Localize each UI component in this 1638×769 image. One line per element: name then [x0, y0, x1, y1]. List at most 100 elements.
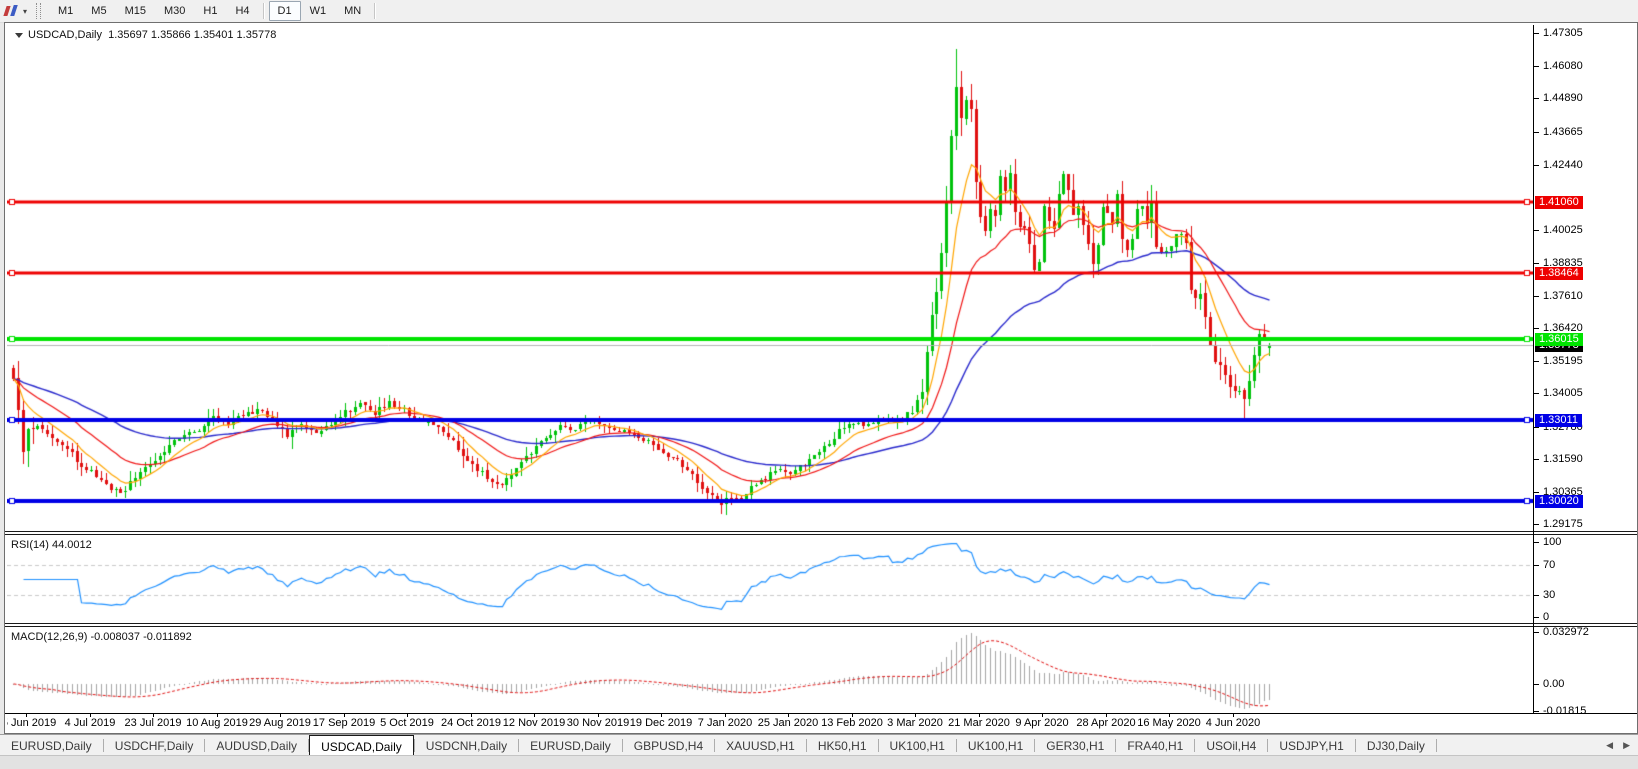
price-tick-label: 1.40025 — [1543, 224, 1583, 236]
date-label: 17 Sep 2019 — [312, 717, 376, 729]
price-tick-label: 1.29175 — [1543, 518, 1583, 530]
symbol-tab-usoil-h4[interactable]: USOil,H4 — [1195, 735, 1267, 756]
timeframe-button-h1[interactable]: H1 — [194, 1, 226, 21]
date-label: 21 Mar 2020 — [948, 717, 1010, 729]
date-label: 7 Jan 2020 — [697, 717, 753, 729]
rsi-tick-label: 100 — [1543, 536, 1562, 548]
chart-tool-icon[interactable] — [3, 4, 21, 19]
axis-tick-mark — [1534, 427, 1539, 428]
axis-tick-mark — [1534, 165, 1539, 166]
timeframe-button-d1[interactable]: D1 — [268, 1, 301, 21]
rsi-tick-label: 70 — [1543, 559, 1556, 571]
price-axis: 1.47305 1.46080 1.44890 1.43665 1.42440 1.400… — [1533, 25, 1636, 717]
axis-tick-mark — [1534, 361, 1539, 362]
axis-tick-mark — [1534, 595, 1539, 596]
price-tick-label: 1.34005 — [1543, 387, 1583, 399]
price-level-badge[interactable]: 1.41060 — [1535, 196, 1583, 209]
toolbar-grip[interactable] — [36, 3, 42, 19]
axis-tick-mark — [1534, 492, 1539, 493]
toolbar-separator — [374, 3, 377, 19]
price-chart-canvas[interactable] — [7, 25, 1533, 531]
symbol-tab-usdjpy-h1[interactable]: USDJPY,H1 — [1268, 735, 1354, 756]
symbol-tab-gbpusd-h4[interactable]: GBPUSD,H4 — [623, 735, 714, 756]
date-label: 4 Jun 2020 — [1205, 717, 1261, 729]
date-label: 12 Nov 2019 — [502, 717, 566, 729]
symbol-tab-dj30-daily[interactable]: DJ30,Daily — [1356, 735, 1436, 756]
tab-separator — [1435, 739, 1437, 752]
price-tick-label: 1.37610 — [1543, 290, 1583, 302]
macd-pane-canvas[interactable] — [7, 627, 1533, 713]
symbol-tab-uk100-h1[interactable]: UK100,H1 — [957, 735, 1034, 756]
trading-platform: { "toolbar": { "groups": [["M1","M5","M1… — [0, 0, 1638, 769]
date-label: 29 Aug 2019 — [249, 717, 311, 729]
tab-scroll-arrows: ◀ ▶ — [1606, 735, 1638, 756]
date-label: 5 Oct 2019 — [380, 717, 434, 729]
timeframe-button-m5[interactable]: M5 — [82, 1, 115, 21]
timeframe-button-mn[interactable]: MN — [335, 1, 370, 21]
symbol-tab-eurusd-daily[interactable]: EURUSD,Daily — [0, 735, 103, 756]
timeframe-button-m1[interactable]: M1 — [49, 1, 82, 21]
symbol-tab-ger30-h1[interactable]: GER30,H1 — [1035, 735, 1115, 756]
bottom-strip — [0, 755, 1638, 769]
date-label: 23 Jul 2019 — [124, 717, 182, 729]
symbol-tab-hk50-h1[interactable]: HK50,H1 — [807, 735, 878, 756]
date-label: 15 Jun 2019 — [7, 717, 57, 729]
symbol-tab-fra40-h1[interactable]: FRA40,H1 — [1116, 735, 1194, 756]
chevron-down-icon[interactable]: ▾ — [23, 7, 27, 16]
time-axis: 15 Jun 2019 4 Jul 2019 23 Jul 2019 10 Aug 2… — [7, 714, 1533, 732]
axis-tick-mark — [1534, 711, 1539, 712]
timeframe-toolbar: ▾ M1 M5 M15 M30 H1 H4 D1 W1 MN — [0, 0, 1638, 23]
date-label: 3 Mar 2020 — [887, 717, 943, 729]
chart-window: USDCAD,Daily 1.35697 1.35866 1.35401 1.3… — [4, 22, 1638, 734]
axis-tick-mark — [1534, 33, 1539, 34]
date-label: 30 Nov 2019 — [566, 717, 630, 729]
symbol-tab-usdcnh-daily[interactable]: USDCNH,Daily — [415, 735, 518, 756]
axis-tick-mark — [1534, 524, 1539, 525]
date-label: 25 Jan 2020 — [757, 717, 819, 729]
date-label: 19 Dec 2019 — [629, 717, 693, 729]
tab-scroll-left-icon[interactable]: ◀ — [1606, 740, 1613, 751]
axis-tick-mark — [1534, 230, 1539, 231]
timeframe-button-m15[interactable]: M15 — [116, 1, 155, 21]
ohlc-values: 1.35697 1.35866 1.35401 1.35778 — [108, 29, 277, 41]
price-tick-label: 1.35195 — [1543, 355, 1583, 367]
axis-tick-mark — [1534, 565, 1539, 566]
price-level-badge[interactable]: 1.30020 — [1535, 495, 1583, 508]
price-level-badge[interactable]: 1.38464 — [1535, 267, 1583, 280]
tab-scroll-right-icon[interactable]: ▶ — [1623, 740, 1630, 751]
timeframe-button-h4[interactable]: H4 — [226, 1, 258, 21]
axis-tick-mark — [1534, 263, 1539, 264]
axis-tick-mark — [1534, 132, 1539, 133]
axis-tick-mark — [1534, 684, 1539, 685]
symbol-tab-usdchf-daily[interactable]: USDCHF,Daily — [104, 735, 205, 756]
symbol-name: USDCAD,Daily — [28, 29, 102, 41]
axis-tick-mark — [1534, 66, 1539, 67]
axis-tick-mark — [1534, 542, 1539, 543]
macd-tick-label: -0.01815 — [1543, 705, 1587, 717]
date-label: 4 Jul 2019 — [64, 717, 116, 729]
price-tick-label: 1.47305 — [1543, 27, 1583, 39]
price-tick-label: 1.44890 — [1543, 92, 1583, 104]
symbol-dropdown-icon[interactable] — [15, 32, 23, 38]
axis-tick-mark — [1534, 328, 1539, 329]
price-tick-label: 1.42440 — [1543, 159, 1583, 171]
chart-title: USDCAD,Daily 1.35697 1.35866 1.35401 1.3… — [15, 29, 276, 41]
rsi-tick-label: 0 — [1543, 611, 1550, 623]
price-level-badge[interactable]: 1.33011 — [1535, 414, 1582, 427]
axis-tick-mark — [1534, 632, 1539, 633]
symbol-tab-usdcad-daily[interactable]: USDCAD,Daily — [309, 735, 414, 756]
symbol-tab-eurusd-daily[interactable]: EURUSD,Daily — [519, 735, 622, 756]
symbol-tab-audusd-daily[interactable]: AUDUSD,Daily — [205, 735, 308, 756]
axis-tick-mark — [1534, 296, 1539, 297]
timeframe-button-m30[interactable]: M30 — [155, 1, 194, 21]
price-level-badge[interactable]: 1.36015 — [1535, 333, 1583, 346]
date-label: 28 Apr 2020 — [1076, 717, 1136, 729]
rsi-pane-canvas[interactable] — [7, 535, 1533, 623]
timeframe-button-w1[interactable]: W1 — [301, 1, 336, 21]
symbol-tab-uk100-h1[interactable]: UK100,H1 — [879, 735, 956, 756]
symbol-tab-bar: EURUSD,Daily USDCHF,Daily AUDUSD,Daily USDC… — [0, 734, 1638, 756]
price-tick-label: 1.43665 — [1543, 126, 1583, 138]
date-label: 10 Aug 2019 — [186, 717, 248, 729]
symbol-tab-xauusd-h1[interactable]: XAUUSD,H1 — [715, 735, 806, 756]
date-label: 16 May 2020 — [1137, 717, 1201, 729]
